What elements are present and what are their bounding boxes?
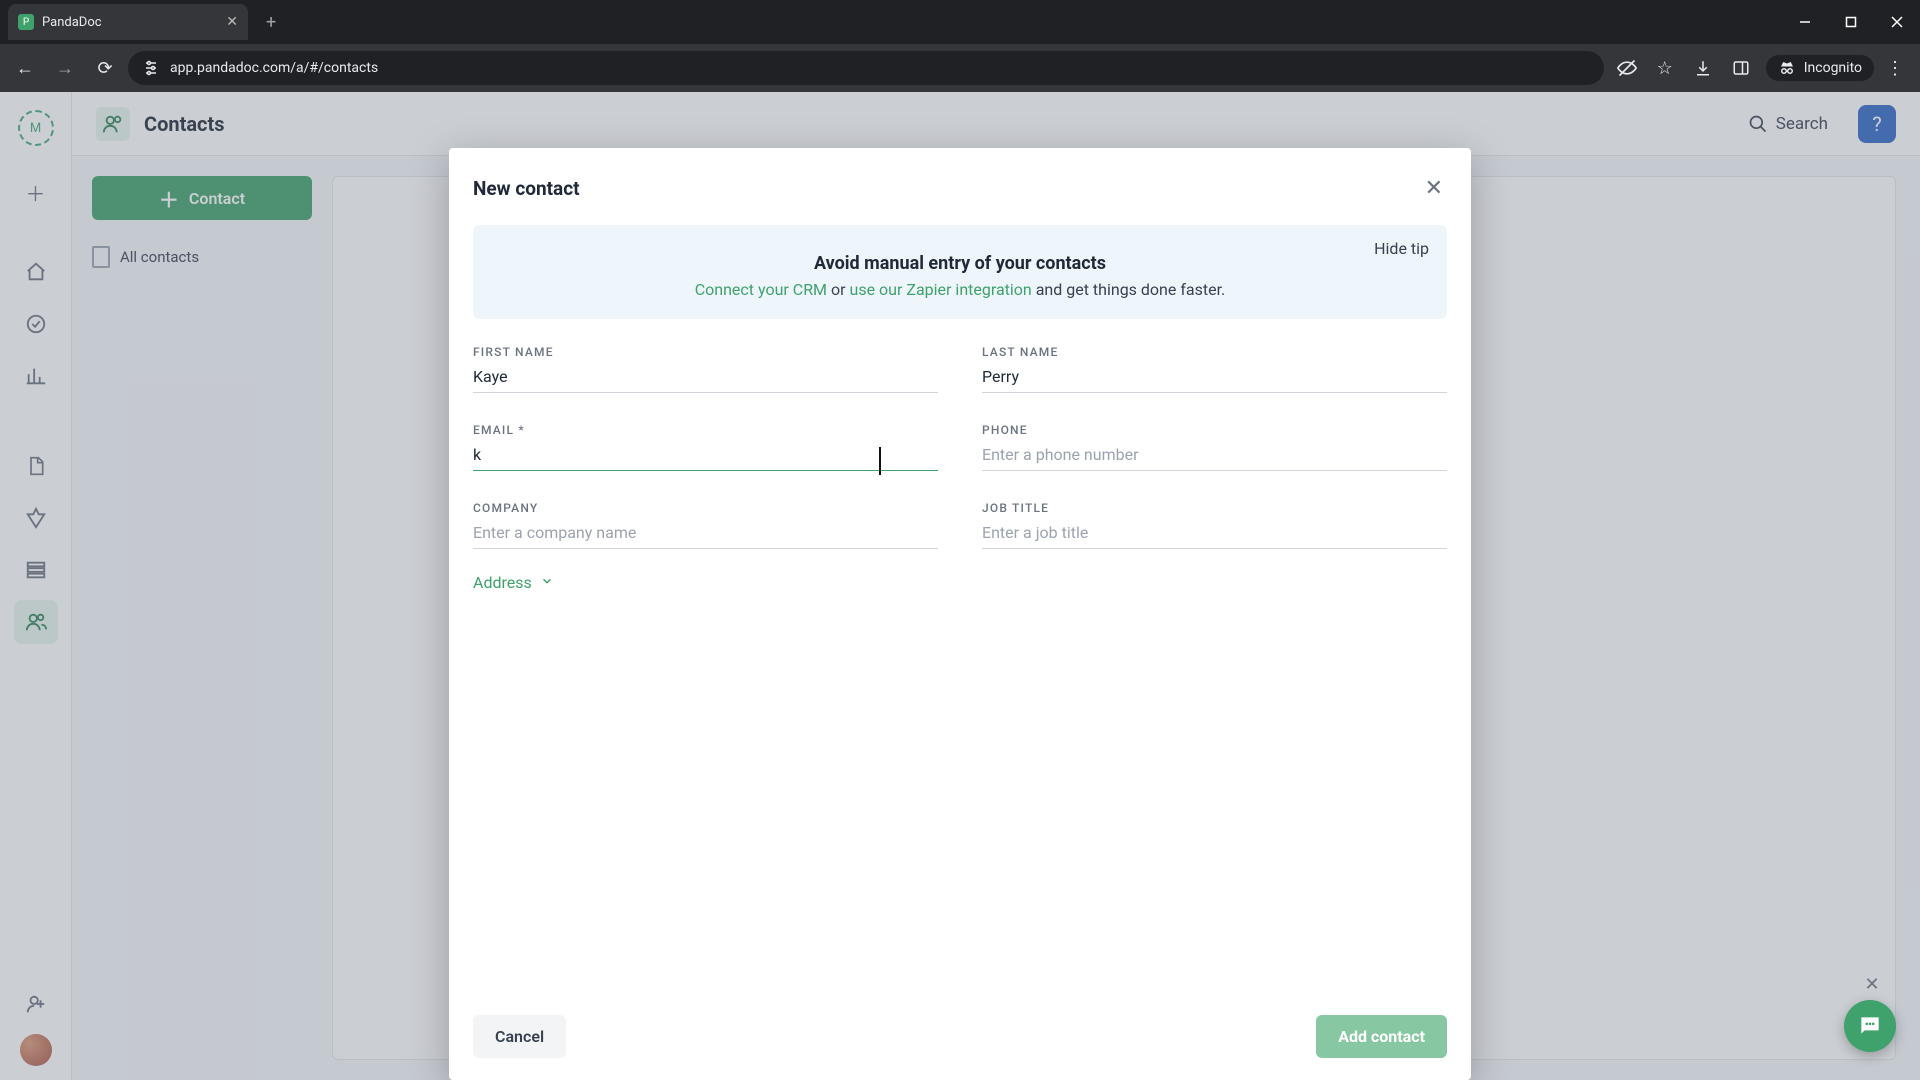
phone-label: PHONE	[982, 423, 1447, 437]
incognito-badge[interactable]: Incognito	[1766, 55, 1874, 81]
downloads-icon[interactable]	[1686, 51, 1720, 85]
company-input[interactable]	[473, 515, 938, 549]
first-name-input[interactable]	[473, 359, 938, 393]
chat-icon	[1857, 1013, 1883, 1039]
close-window-button[interactable]	[1874, 0, 1920, 44]
modal-scrim: New contact ✕ Hide tip Avoid manual entr…	[0, 92, 1920, 1080]
cancel-button[interactable]: Cancel	[473, 1015, 566, 1058]
job-title-label: JOB TITLE	[982, 501, 1447, 515]
reload-button[interactable]: ⟳	[88, 51, 122, 85]
close-tab-icon[interactable]: ✕	[226, 14, 238, 30]
tip-title: Avoid manual entry of your contacts	[495, 253, 1425, 274]
browser-tab-strip: P PandaDoc ✕ +	[0, 0, 1920, 44]
favicon-icon: P	[18, 14, 34, 30]
sidepanel-icon[interactable]	[1724, 51, 1758, 85]
email-input[interactable]	[473, 437, 938, 471]
browser-tab[interactable]: P PandaDoc ✕	[8, 4, 248, 40]
url-text: app.pandadoc.com/a/#/contacts	[170, 60, 378, 76]
window-controls	[1782, 0, 1920, 44]
modal-title: New contact	[473, 177, 580, 200]
phone-input[interactable]	[982, 437, 1447, 471]
chat-fab[interactable]	[1844, 1000, 1896, 1052]
email-label: EMAIL *	[473, 423, 938, 437]
maximize-button[interactable]	[1828, 0, 1874, 44]
back-button[interactable]: ←	[8, 51, 42, 85]
browser-toolbar: ← → ⟳ app.pandadoc.com/a/#/contacts ☆ In…	[0, 44, 1920, 92]
address-bar[interactable]: app.pandadoc.com/a/#/contacts	[128, 51, 1604, 85]
new-contact-modal: New contact ✕ Hide tip Avoid manual entr…	[449, 148, 1471, 1080]
address-label: Address	[473, 573, 532, 592]
first-name-label: FIRST NAME	[473, 345, 938, 359]
site-settings-icon[interactable]	[142, 59, 160, 77]
incognito-icon	[1778, 59, 1796, 77]
chevron-down-icon	[540, 573, 554, 592]
forward-button[interactable]: →	[48, 51, 82, 85]
job-title-input[interactable]	[982, 515, 1447, 549]
tip-banner: Hide tip Avoid manual entry of your cont…	[473, 225, 1447, 319]
browser-menu-icon[interactable]: ⋮	[1878, 51, 1912, 85]
address-toggle[interactable]: Address	[473, 573, 1447, 592]
connect-crm-link[interactable]: Connect your CRM	[695, 280, 827, 299]
tab-title: PandaDoc	[42, 15, 218, 30]
incognito-label: Incognito	[1804, 60, 1862, 76]
close-modal-button[interactable]: ✕	[1421, 172, 1447, 205]
last-name-input[interactable]	[982, 359, 1447, 393]
tip-subtitle: Connect your CRM or use our Zapier integ…	[495, 280, 1425, 299]
chat-close-button[interactable]: ✕	[1860, 972, 1884, 996]
zapier-link[interactable]: use our Zapier integration	[850, 280, 1032, 299]
last-name-label: LAST NAME	[982, 345, 1447, 359]
eye-off-icon[interactable]	[1610, 51, 1644, 85]
hide-tip-button[interactable]: Hide tip	[1374, 239, 1429, 258]
company-label: COMPANY	[473, 501, 938, 515]
new-tab-button[interactable]: +	[258, 8, 284, 37]
bookmark-star-icon[interactable]: ☆	[1648, 51, 1682, 85]
add-contact-button[interactable]: Add contact	[1316, 1015, 1447, 1058]
minimize-button[interactable]	[1782, 0, 1828, 44]
text-cursor-icon	[879, 447, 881, 475]
